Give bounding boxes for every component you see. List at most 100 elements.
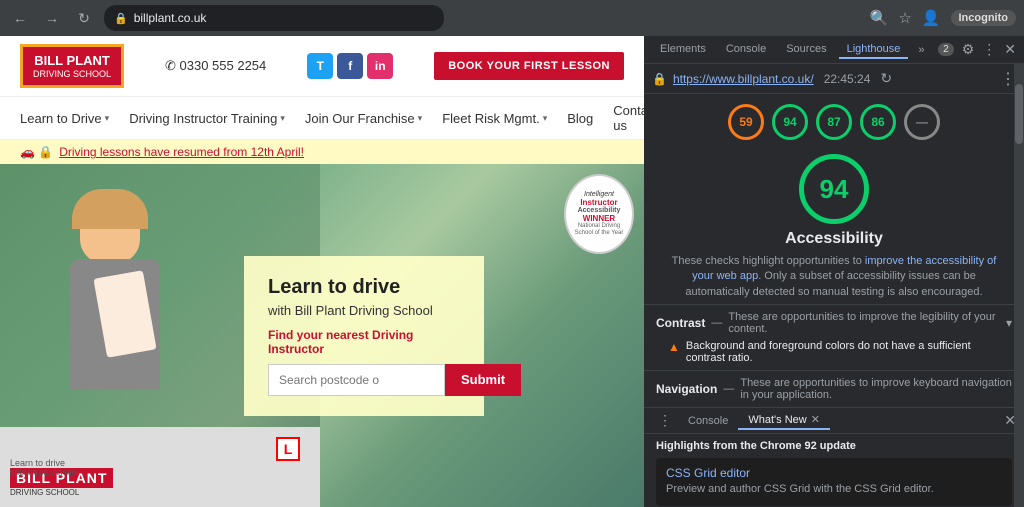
- hero-content-box: Learn to drive with Bill Plant Driving S…: [244, 256, 484, 416]
- scrollbar-thumb[interactable]: [1015, 84, 1023, 144]
- book-lesson-button[interactable]: BOOK YOUR FIRST LESSON: [434, 52, 624, 80]
- dt-tab-lighthouse[interactable]: Lighthouse: [839, 41, 909, 59]
- site-logo: BILL PLANT DRIVING SCHOOL: [20, 44, 124, 88]
- console-menu-icon[interactable]: ⋮: [652, 412, 678, 429]
- whats-new-close[interactable]: ✕: [811, 413, 820, 426]
- social-icons: T f in: [307, 53, 393, 79]
- dt-reload-icon[interactable]: ↻: [880, 70, 892, 87]
- refresh-button[interactable]: ↻: [72, 6, 96, 30]
- contrast-audit-section: Contrast — These are opportunities to im…: [644, 304, 1024, 370]
- facebook-icon[interactable]: f: [337, 53, 363, 79]
- person-hair: [72, 189, 148, 229]
- announcement-bar: 🚗 🔒 Driving lessons have resumed from 12…: [0, 140, 644, 164]
- dt-close-icon[interactable]: ✕: [1004, 41, 1016, 58]
- score-pwa[interactable]: —: [904, 104, 940, 140]
- announcement-text[interactable]: Driving lessons have resumed from 12th A…: [59, 145, 304, 159]
- nav-franchise-arrow: ▾: [418, 113, 423, 124]
- dt-tab-console[interactable]: Console: [718, 41, 774, 59]
- nav-contact[interactable]: Contact us: [613, 103, 644, 133]
- dt-more-tabs[interactable]: »: [912, 42, 930, 58]
- award-top-text: Intelligent: [584, 191, 614, 198]
- devtools-bottom: ⋮ Console What's New ✕ ✕ Highlights from…: [644, 407, 1024, 507]
- navigation-label: Navigation: [656, 382, 717, 396]
- postcode-search-input[interactable]: [268, 364, 445, 396]
- nav-learn-label: Learn to Drive: [20, 111, 102, 126]
- hero-title: Learn to drive: [268, 276, 460, 299]
- nav-franchise[interactable]: Join Our Franchise ▾: [305, 111, 422, 126]
- incognito-badge: Incognito: [951, 10, 1017, 26]
- nav-blog-label: Blog: [567, 111, 593, 126]
- address-bar[interactable]: 🔒 billplant.co.uk: [104, 5, 444, 31]
- lighthouse-scores: 59 94 87 86 —: [644, 94, 1024, 146]
- phone-number[interactable]: ✆ 0330 555 2254: [165, 58, 266, 74]
- twitter-icon[interactable]: T: [307, 53, 333, 79]
- css-grid-content: CSS Grid editor Preview and author CSS G…: [666, 466, 1002, 497]
- console-highlight-text: Highlights from the Chrome 92 update: [656, 440, 1012, 452]
- search-icon[interactable]: 🔍: [870, 9, 889, 27]
- navigation-dash: —: [723, 383, 734, 395]
- star-icon[interactable]: ☆: [898, 9, 911, 27]
- dt-url-text[interactable]: https://www.billplant.co.uk/: [673, 72, 814, 86]
- devtools-header: Elements Console Sources Lighthouse » 2 …: [644, 36, 1024, 64]
- dt-badge: 2: [938, 43, 954, 56]
- big-score-title: Accessibility: [785, 230, 883, 248]
- whats-new-label: What's New: [748, 414, 806, 426]
- contrast-label: Contrast: [656, 316, 705, 330]
- accessibility-link[interactable]: improve the accessibility of your web ap…: [692, 255, 996, 282]
- car-sub-text: DRIVING SCHOOL: [10, 488, 113, 497]
- logo-line2: DRIVING SCHOOL: [33, 69, 111, 80]
- dt-vertical-dots[interactable]: ⋮: [982, 41, 996, 58]
- contrast-audit-header[interactable]: Contrast — These are opportunities to im…: [656, 311, 1012, 335]
- nav-instructor-training[interactable]: Driving Instructor Training ▾: [129, 111, 285, 126]
- dt-tab-elements[interactable]: Elements: [652, 41, 714, 59]
- score-seo[interactable]: 86: [860, 104, 896, 140]
- dt-timestamp: 22:45:24: [824, 72, 871, 86]
- hero-section: BILL PLANT DRIVING SCHOOL Learn to drive…: [0, 164, 644, 507]
- award-badge: Intelligent Instructor Accessibility WIN…: [564, 174, 634, 254]
- navigation-audit-header[interactable]: Navigation — These are opportunities to …: [656, 377, 1012, 401]
- hero-search: Submit: [268, 364, 460, 396]
- nav-fleet-label: Fleet Risk Mgmt.: [442, 111, 540, 126]
- score-accessibility-value: 94: [783, 115, 796, 129]
- back-button[interactable]: ←: [8, 6, 32, 30]
- lock-icon: 🔒: [114, 12, 128, 25]
- devtools-panel: Elements Console Sources Lighthouse » 2 …: [644, 36, 1024, 507]
- nav-learn-to-drive[interactable]: Learn to Drive ▾: [20, 111, 109, 126]
- dt-settings-icon[interactable]: ⚙: [962, 41, 975, 58]
- browser-chrome: ← → ↻ 🔒 billplant.co.uk 🔍 ☆ 👤 Incognito: [0, 0, 1024, 36]
- contrast-dash: —: [711, 317, 722, 329]
- nav-instructor-label: Driving Instructor Training: [129, 111, 277, 126]
- score-performance[interactable]: 59: [728, 104, 764, 140]
- contrast-desc: These are opportunities to improve the l…: [728, 311, 1000, 335]
- console-tab-console[interactable]: Console: [678, 413, 738, 429]
- award-year-text: Accessibility: [578, 207, 621, 214]
- devtools-scrollbar[interactable]: [1014, 64, 1024, 507]
- css-grid-desc: Preview and author CSS Grid with the CSS…: [666, 482, 1002, 497]
- instagram-icon[interactable]: in: [367, 53, 393, 79]
- dt-lock-icon: 🔒: [652, 72, 667, 86]
- nav-fleet[interactable]: Fleet Risk Mgmt. ▾: [442, 111, 547, 126]
- logo-line1: BILL PLANT: [33, 53, 111, 69]
- nav-blog[interactable]: Blog: [567, 111, 593, 126]
- forward-button[interactable]: →: [40, 6, 64, 30]
- navigation-audit-section: Navigation — These are opportunities to …: [644, 370, 1024, 407]
- nav-instructor-arrow: ▾: [280, 113, 285, 124]
- css-grid-title[interactable]: CSS Grid editor: [666, 466, 1002, 480]
- contrast-audit-text: Background and foreground colors do not …: [686, 340, 1012, 364]
- submit-button[interactable]: Submit: [445, 364, 521, 396]
- console-content: Highlights from the Chrome 92 update CSS…: [644, 434, 1024, 507]
- score-pwa-value: —: [916, 115, 928, 129]
- score-accessibility[interactable]: 94: [772, 104, 808, 140]
- award-winner-text: WINNER: [583, 214, 615, 223]
- l-plate: L: [276, 437, 300, 461]
- award-instructor-text: Instructor: [580, 198, 617, 207]
- browser-right-icons: 🔍 ☆ 👤 Incognito: [870, 9, 1016, 27]
- big-score-circle: 94: [799, 154, 869, 224]
- score-best-practices[interactable]: 87: [816, 104, 852, 140]
- score-seo-value: 86: [871, 115, 884, 129]
- dt-tab-sources[interactable]: Sources: [778, 41, 834, 59]
- site-header: BILL PLANT DRIVING SCHOOL ✆ 0330 555 225…: [0, 36, 644, 97]
- console-tab-whatsnew[interactable]: What's New ✕: [738, 411, 830, 430]
- contrast-expand-icon[interactable]: ▾: [1006, 316, 1012, 330]
- user-icon[interactable]: 👤: [922, 9, 941, 27]
